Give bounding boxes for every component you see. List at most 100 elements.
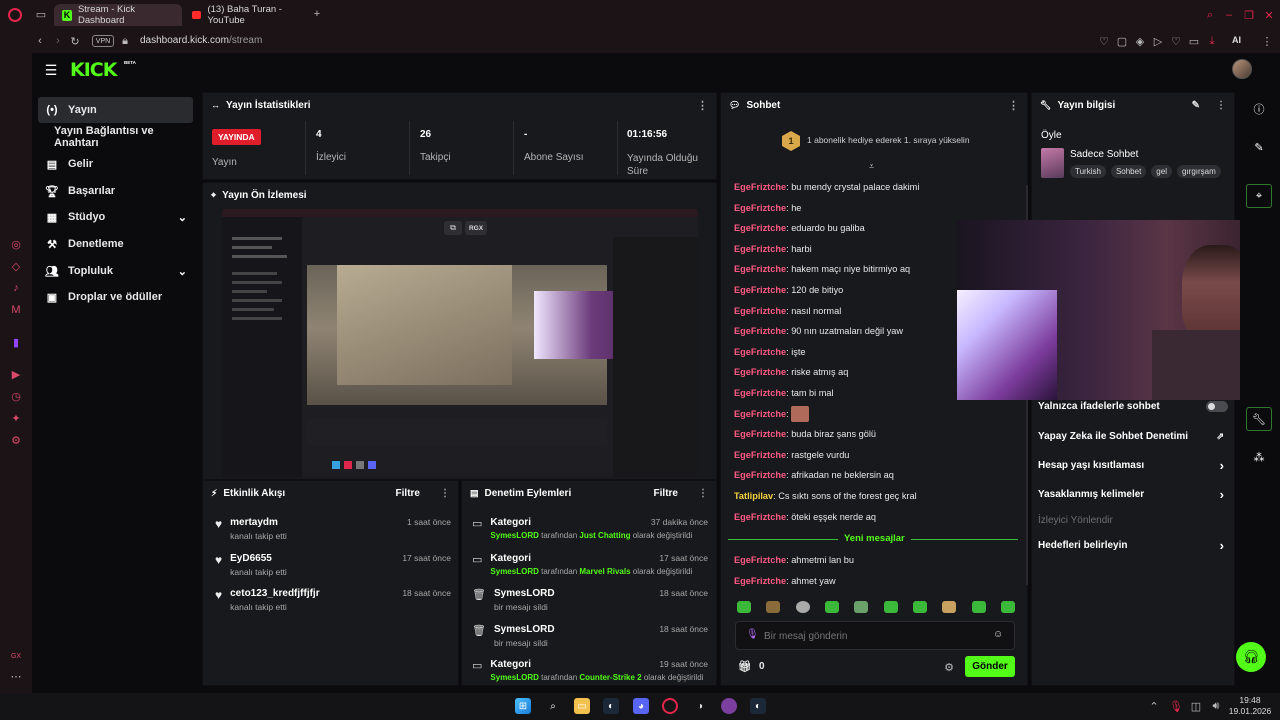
- rail-opera-icon[interactable]: ◎: [9, 237, 23, 251]
- emote-icon[interactable]: [854, 601, 869, 613]
- sidebar-item-moderation[interactable]: ⚒ Denetleme: [38, 231, 193, 257]
- modlog-value[interactable]: Marvel Rivals: [579, 567, 630, 576]
- edit-icon[interactable]: ✎: [1192, 100, 1200, 111]
- forward-icon[interactable]: ›: [52, 34, 64, 48]
- chat-username[interactable]: EgeFriztche: [734, 326, 786, 336]
- chat-username[interactable]: Tatlipilav: [734, 491, 773, 501]
- emote-icon[interactable]: [1000, 601, 1015, 613]
- chat-username[interactable]: EgeFriztche: [734, 555, 786, 565]
- emote-icon[interactable]: [795, 601, 810, 613]
- rail-extensions-icon[interactable]: ✦: [9, 411, 23, 425]
- minimize-icon[interactable]: –: [1222, 8, 1236, 22]
- file-explorer-icon[interactable]: ▭: [574, 698, 590, 714]
- tray-mic-icon[interactable]: 🎙︎: [1169, 700, 1183, 713]
- activity-filter-button[interactable]: Filtre: [396, 488, 420, 499]
- wallet-icon[interactable]: ▭: [1188, 34, 1200, 48]
- kebab-menu-icon[interactable]: ⋮: [440, 488, 450, 499]
- chat-username[interactable]: EgeFriztche: [734, 182, 786, 192]
- chat-input[interactable]: [764, 627, 984, 645]
- opera-gx-icon[interactable]: [662, 698, 678, 714]
- preview-expand-icon[interactable]: ⧉: [444, 221, 462, 235]
- rail-history-icon[interactable]: ◷: [9, 389, 23, 403]
- player-icon[interactable]: ▷: [1152, 34, 1164, 48]
- rail-music-icon[interactable]: ♪: [9, 281, 23, 295]
- wrench-tool-icon[interactable]: 🔧︎: [1246, 407, 1272, 431]
- lock-icon[interactable]: 🔒︎: [120, 34, 130, 48]
- maximize-icon[interactable]: ❐: [1242, 8, 1256, 22]
- emote-icon[interactable]: [942, 601, 957, 613]
- discord-icon[interactable]: ◕: [633, 698, 649, 714]
- chat-username[interactable]: EgeFriztche: [734, 244, 786, 254]
- sidebar-item-stream[interactable]: (•) Yayın: [38, 97, 193, 123]
- rail-twitch-icon[interactable]: ▮: [9, 335, 23, 349]
- modlog-filter-button[interactable]: Filtre: [654, 488, 678, 499]
- collapse-pinned-icon[interactable]: ⩡: [869, 161, 874, 172]
- kick-logo[interactable]: KICK: [70, 59, 117, 81]
- kebab-menu-icon[interactable]: ⋮: [1216, 100, 1226, 111]
- category-name[interactable]: Sadece Sohbet: [1070, 149, 1138, 160]
- chat-username[interactable]: EgeFriztche: [734, 264, 786, 274]
- rail-player-icon[interactable]: ▶: [9, 367, 23, 381]
- search-tabs-icon[interactable]: ⌕: [1203, 8, 1217, 22]
- emote-icon[interactable]: [824, 601, 839, 613]
- activity-user[interactable]: ceto123_kredfjffjfjr: [230, 588, 319, 599]
- ai-button[interactable]: AI: [1232, 35, 1241, 45]
- send-button[interactable]: Gönder: [965, 656, 1015, 677]
- tag[interactable]: gırgırşam: [1176, 165, 1221, 178]
- snapshot-icon[interactable]: ▢: [1116, 34, 1128, 48]
- sidebar-item-achievements[interactable]: 🏆︎ Başarılar: [38, 178, 193, 204]
- modlog-value[interactable]: Just Chatting: [579, 531, 630, 540]
- modlog-user[interactable]: SymesLORD: [490, 531, 538, 540]
- rail-gx-icon[interactable]: GX: [9, 649, 23, 663]
- opera-logo-icon[interactable]: [8, 8, 22, 22]
- chat-username[interactable]: EgeFriztche: [734, 429, 786, 439]
- preview-tool-icon[interactable]: ⌖: [1246, 184, 1272, 208]
- emote-icon[interactable]: [971, 601, 986, 613]
- heart-icon[interactable]: ♡: [1170, 34, 1182, 48]
- microphone-icon[interactable]: 🎙︎: [746, 629, 759, 640]
- new-tab-icon[interactable]: +: [311, 8, 323, 20]
- modlog-user[interactable]: SymesLORD: [490, 673, 538, 682]
- chat-username[interactable]: EgeFriztche: [734, 388, 786, 398]
- menu-icon[interactable]: ⋮: [1262, 34, 1273, 48]
- hamburger-menu-icon[interactable]: ☰: [44, 62, 58, 78]
- sidebar-item-studio[interactable]: ▦ Stüdyo ⌄: [38, 204, 193, 230]
- modlog-value[interactable]: Counter-Strike 2: [579, 673, 641, 682]
- download-icon[interactable]: ⤓: [1206, 34, 1218, 48]
- rail-crypto-icon[interactable]: ◇: [9, 259, 23, 273]
- chat-emote-icon[interactable]: [791, 406, 810, 423]
- tray-volume-icon[interactable]: 🔊︎: [1210, 700, 1222, 712]
- ai-moderation-option[interactable]: Yapay Zeka ile Sohbet Denetimi ⇗: [1038, 426, 1228, 446]
- chat-username[interactable]: EgeFriztche: [734, 450, 786, 460]
- shield-icon[interactable]: ◈: [1134, 34, 1146, 48]
- info-icon[interactable]: ⓘ: [1252, 102, 1266, 116]
- activity-user[interactable]: mertaydm: [230, 517, 287, 528]
- chat-username[interactable]: EgeFriztche: [734, 409, 786, 419]
- banned-words-option[interactable]: Yasaklanmış kelimeler ›: [1038, 484, 1228, 504]
- user-avatar[interactable]: [1232, 59, 1252, 79]
- vpn-badge[interactable]: VPN: [92, 35, 114, 47]
- pencil-icon[interactable]: ✎: [1252, 140, 1266, 154]
- sidebar-item-drops[interactable]: ▣ Droplar ve ödüller: [38, 284, 193, 310]
- kebab-menu-icon[interactable]: ⋮: [1008, 99, 1019, 112]
- steam-icon[interactable]: ◐: [750, 698, 766, 714]
- close-window-icon[interactable]: ✕: [1262, 8, 1276, 22]
- channel-points[interactable]: 🎁︎ 0: [738, 660, 765, 673]
- taskbar-search-icon[interactable]: ⌕: [545, 698, 561, 714]
- community-tool-icon[interactable]: ⁂: [1252, 450, 1266, 464]
- account-age-option[interactable]: Hesap yaşı kısıtlaması ›: [1038, 455, 1228, 475]
- app-icon[interactable]: [721, 698, 737, 714]
- emote-icon[interactable]: [766, 601, 781, 613]
- rail-more-icon[interactable]: ⋯: [9, 669, 23, 683]
- tray-chevron-icon[interactable]: ⌃: [1148, 700, 1160, 713]
- taskbar-clock[interactable]: 19:48 19.01.2026: [1228, 695, 1272, 717]
- chat-username[interactable]: EgeFriztche: [734, 367, 786, 377]
- emote-icon[interactable]: [883, 601, 898, 613]
- url-field[interactable]: dashboard.kick.com/stream: [140, 35, 262, 46]
- bookmark-icon[interactable]: ♡: [1098, 34, 1110, 48]
- rail-messenger-icon[interactable]: M: [9, 303, 23, 317]
- goals-option[interactable]: Hedefleri belirleyin ›: [1038, 535, 1228, 555]
- chat-username[interactable]: EgeFriztche: [734, 347, 786, 357]
- chat-username[interactable]: EgeFriztche: [734, 223, 786, 233]
- emote-icon[interactable]: [737, 601, 751, 613]
